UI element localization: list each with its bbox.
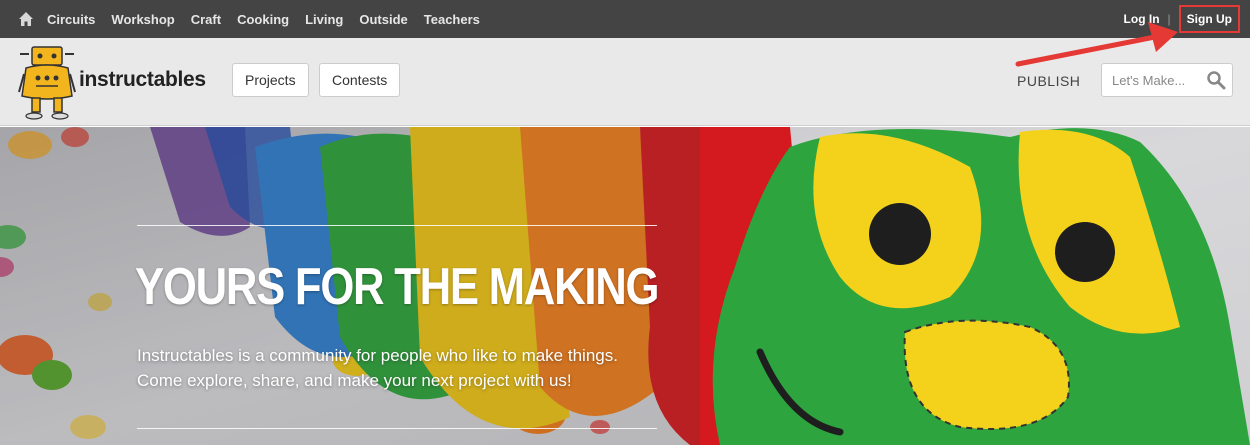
contests-button[interactable]: Contests [319,63,401,97]
top-category-bar: Circuits Workshop Craft Cooking Living O… [0,0,1250,38]
home-icon[interactable] [18,11,34,27]
search-box [1101,63,1233,97]
category-cooking[interactable]: Cooking [237,12,289,27]
category-nav: Circuits Workshop Craft Cooking Living O… [47,0,496,38]
auth-links: Log In | Sign Up [1124,0,1240,38]
auth-separator: | [1167,12,1171,26]
brand-wordmark[interactable]: instructables [79,68,206,92]
login-link[interactable]: Log In [1124,12,1160,26]
search-input[interactable] [1102,64,1202,96]
site-header: instructables Projects Contests PUBLISH [0,38,1250,126]
category-craft[interactable]: Craft [191,12,221,27]
signup-link[interactable]: Sign Up [1178,5,1240,33]
hero-banner: YOURS FOR THE MAKING Instructables is a … [0,127,1250,445]
search-icon[interactable] [1206,70,1226,90]
hero-description-line-1: Instructables is a community for people … [137,346,618,365]
publish-link[interactable]: PUBLISH [1017,73,1080,89]
category-outside[interactable]: Outside [359,12,407,27]
category-teachers[interactable]: Teachers [424,12,480,27]
hero-top-divider [137,225,657,226]
projects-button[interactable]: Projects [232,63,309,97]
category-workshop[interactable]: Workshop [111,12,174,27]
category-living[interactable]: Living [305,12,343,27]
hero-description-line-2: Come explore, share, and make your next … [137,371,572,390]
instructables-robot-logo[interactable] [18,44,76,120]
hero-description: Instructables is a community for people … [137,343,618,393]
hero-bottom-divider [137,428,657,429]
hero-title: YOURS FOR THE MAKING [135,258,660,316]
category-circuits[interactable]: Circuits [47,12,95,27]
